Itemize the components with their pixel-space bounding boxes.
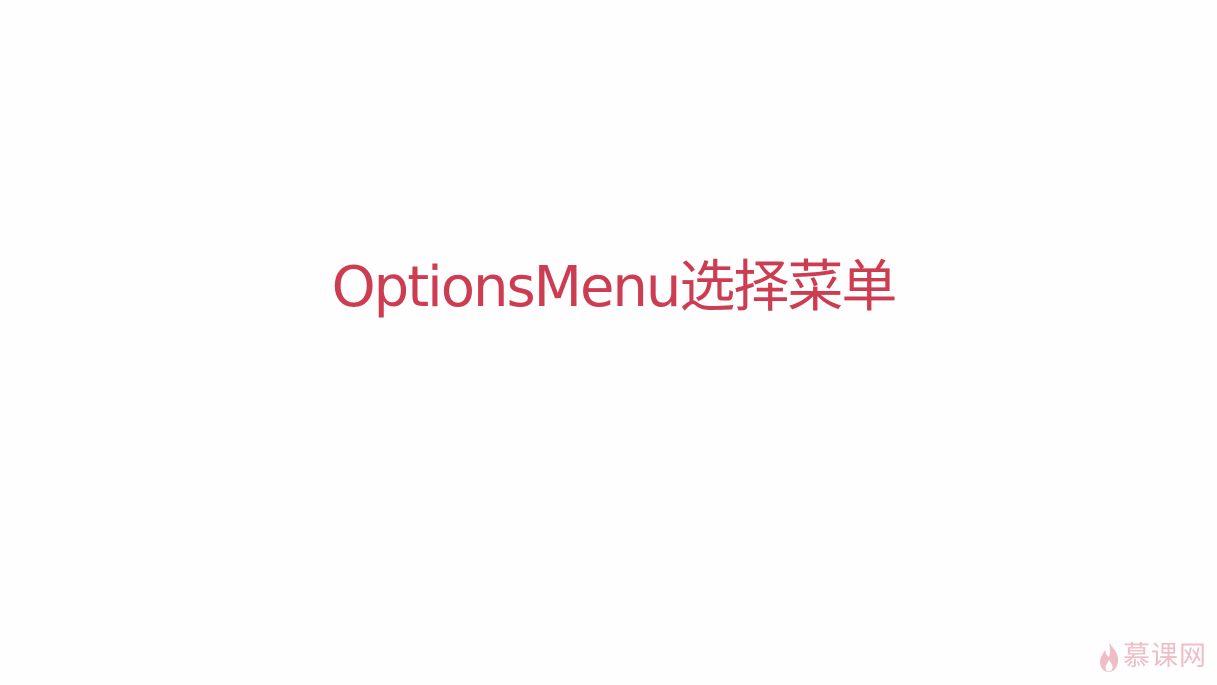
watermark-text: 慕课网 — [1123, 641, 1207, 672]
slide: OptionsMenu选择菜单 慕课网 — [0, 0, 1217, 685]
imooc-watermark: 慕课网 — [1098, 641, 1207, 673]
slide-title: OptionsMenu选择菜单 — [331, 255, 898, 320]
flame-icon — [1100, 642, 1119, 672]
